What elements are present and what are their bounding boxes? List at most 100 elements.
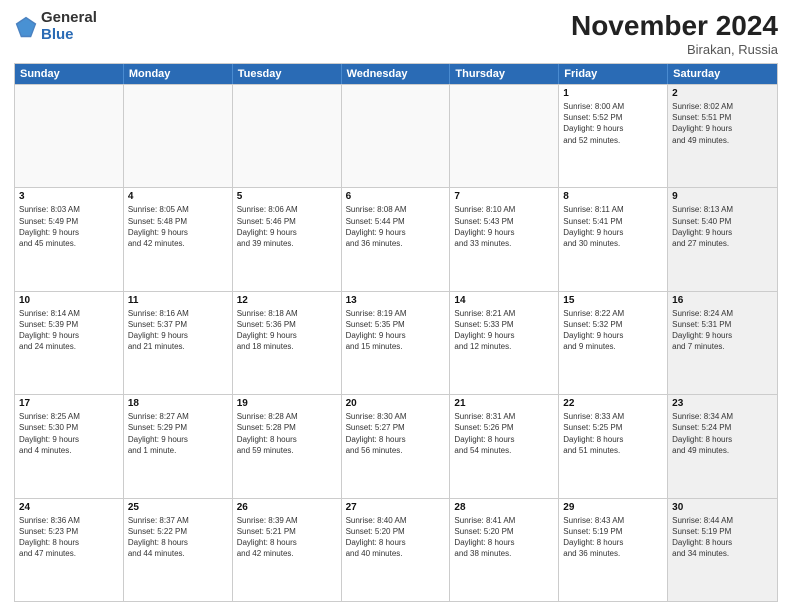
- day-info: Sunrise: 8:25 AM Sunset: 5:30 PM Dayligh…: [19, 411, 119, 456]
- calendar-cell: 13 Sunrise: 8:19 AM Sunset: 5:35 PM Dayli…: [342, 292, 451, 394]
- day-number: 20: [346, 398, 446, 409]
- day-info: Sunrise: 8:19 AM Sunset: 5:35 PM Dayligh…: [346, 308, 446, 353]
- calendar-row-1: 1 Sunrise: 8:00 AM Sunset: 5:52 PM Daylig…: [15, 84, 777, 187]
- header-day-thursday: Thursday: [450, 64, 559, 84]
- calendar-cell: [342, 85, 451, 187]
- calendar-row-5: 24 Sunrise: 8:36 AM Sunset: 5:23 PM Dayli…: [15, 498, 777, 601]
- calendar-cell: 8 Sunrise: 8:11 AM Sunset: 5:41 PM Daylig…: [559, 188, 668, 290]
- header-day-wednesday: Wednesday: [342, 64, 451, 84]
- day-number: 15: [563, 295, 663, 306]
- logo-blue-label: Blue: [41, 27, 97, 44]
- day-info: Sunrise: 8:40 AM Sunset: 5:20 PM Dayligh…: [346, 515, 446, 560]
- day-info: Sunrise: 8:18 AM Sunset: 5:36 PM Dayligh…: [237, 308, 337, 353]
- day-number: 6: [346, 191, 446, 202]
- logo-general-label: General: [41, 10, 97, 27]
- calendar-cell: 5 Sunrise: 8:06 AM Sunset: 5:46 PM Daylig…: [233, 188, 342, 290]
- logo: General Blue: [14, 10, 97, 43]
- location-label: Birakan, Russia: [571, 42, 778, 57]
- calendar-cell: 11 Sunrise: 8:16 AM Sunset: 5:37 PM Dayli…: [124, 292, 233, 394]
- day-info: Sunrise: 8:05 AM Sunset: 5:48 PM Dayligh…: [128, 204, 228, 249]
- header: General Blue November 2024 Birakan, Russ…: [14, 10, 778, 57]
- day-number: 5: [237, 191, 337, 202]
- calendar-cell: 24 Sunrise: 8:36 AM Sunset: 5:23 PM Dayli…: [15, 499, 124, 601]
- calendar-cell: 1 Sunrise: 8:00 AM Sunset: 5:52 PM Daylig…: [559, 85, 668, 187]
- day-number: 4: [128, 191, 228, 202]
- calendar-cell: 29Sunrise: 8:43 AM Sunset: 5:19 PM Dayli…: [559, 499, 668, 601]
- header-day-monday: Monday: [124, 64, 233, 84]
- day-number: 19: [237, 398, 337, 409]
- day-info: Sunrise: 8:30 AM Sunset: 5:27 PM Dayligh…: [346, 411, 446, 456]
- day-number: 25: [128, 502, 228, 513]
- day-number: 9: [672, 191, 773, 202]
- calendar-cell: [124, 85, 233, 187]
- calendar-cell: 25Sunrise: 8:37 AM Sunset: 5:22 PM Dayli…: [124, 499, 233, 601]
- day-number: 1: [563, 88, 663, 99]
- calendar-body: 1 Sunrise: 8:00 AM Sunset: 5:52 PM Daylig…: [15, 84, 777, 601]
- day-info: Sunrise: 8:10 AM Sunset: 5:43 PM Dayligh…: [454, 204, 554, 249]
- calendar-row-2: 3 Sunrise: 8:03 AM Sunset: 5:49 PM Daylig…: [15, 187, 777, 290]
- logo-icon: [14, 15, 38, 39]
- day-info: Sunrise: 8:31 AM Sunset: 5:26 PM Dayligh…: [454, 411, 554, 456]
- day-info: Sunrise: 8:08 AM Sunset: 5:44 PM Dayligh…: [346, 204, 446, 249]
- day-info: Sunrise: 8:02 AM Sunset: 5:51 PM Dayligh…: [672, 101, 773, 146]
- calendar: SundayMondayTuesdayWednesdayThursdayFrid…: [14, 63, 778, 602]
- day-info: Sunrise: 8:33 AM Sunset: 5:25 PM Dayligh…: [563, 411, 663, 456]
- day-info: Sunrise: 8:27 AM Sunset: 5:29 PM Dayligh…: [128, 411, 228, 456]
- day-number: 13: [346, 295, 446, 306]
- day-number: 10: [19, 295, 119, 306]
- page: General Blue November 2024 Birakan, Russ…: [0, 0, 792, 612]
- day-number: 30: [672, 502, 773, 513]
- calendar-cell: 21 Sunrise: 8:31 AM Sunset: 5:26 PM Dayli…: [450, 395, 559, 497]
- day-info: Sunrise: 8:00 AM Sunset: 5:52 PM Dayligh…: [563, 101, 663, 146]
- day-number: 24: [19, 502, 119, 513]
- calendar-cell: 15 Sunrise: 8:22 AM Sunset: 5:32 PM Dayli…: [559, 292, 668, 394]
- day-info: Sunrise: 8:11 AM Sunset: 5:41 PM Dayligh…: [563, 204, 663, 249]
- day-number: 8: [563, 191, 663, 202]
- day-info: Sunrise: 8:13 AM Sunset: 5:40 PM Dayligh…: [672, 204, 773, 249]
- header-day-friday: Friday: [559, 64, 668, 84]
- day-info: Sunrise: 8:36 AM Sunset: 5:23 PM Dayligh…: [19, 515, 119, 560]
- calendar-cell: 27 Sunrise: 8:40 AM Sunset: 5:20 PM Dayli…: [342, 499, 451, 601]
- day-info: Sunrise: 8:34 AM Sunset: 5:24 PM Dayligh…: [672, 411, 773, 456]
- calendar-cell: 7 Sunrise: 8:10 AM Sunset: 5:43 PM Daylig…: [450, 188, 559, 290]
- day-number: 3: [19, 191, 119, 202]
- day-number: 22: [563, 398, 663, 409]
- day-number: 21: [454, 398, 554, 409]
- month-title: November 2024: [571, 10, 778, 42]
- day-number: 12: [237, 295, 337, 306]
- calendar-cell: [233, 85, 342, 187]
- day-info: Sunrise: 8:14 AM Sunset: 5:39 PM Dayligh…: [19, 308, 119, 353]
- calendar-cell: 30Sunrise: 8:44 AM Sunset: 5:19 PM Dayli…: [668, 499, 777, 601]
- day-number: 27: [346, 502, 446, 513]
- day-number: 11: [128, 295, 228, 306]
- calendar-cell: 12 Sunrise: 8:18 AM Sunset: 5:36 PM Dayli…: [233, 292, 342, 394]
- header-day-saturday: Saturday: [668, 64, 777, 84]
- calendar-cell: 9 Sunrise: 8:13 AM Sunset: 5:40 PM Daylig…: [668, 188, 777, 290]
- title-block: November 2024 Birakan, Russia: [571, 10, 778, 57]
- day-number: 28: [454, 502, 554, 513]
- logo-text: General Blue: [41, 10, 97, 43]
- day-info: Sunrise: 8:03 AM Sunset: 5:49 PM Dayligh…: [19, 204, 119, 249]
- day-info: Sunrise: 8:21 AM Sunset: 5:33 PM Dayligh…: [454, 308, 554, 353]
- calendar-cell: 28Sunrise: 8:41 AM Sunset: 5:20 PM Dayli…: [450, 499, 559, 601]
- day-info: Sunrise: 8:39 AM Sunset: 5:21 PM Dayligh…: [237, 515, 337, 560]
- calendar-row-3: 10 Sunrise: 8:14 AM Sunset: 5:39 PM Dayli…: [15, 291, 777, 394]
- calendar-cell: 23Sunrise: 8:34 AM Sunset: 5:24 PM Dayli…: [668, 395, 777, 497]
- day-info: Sunrise: 8:16 AM Sunset: 5:37 PM Dayligh…: [128, 308, 228, 353]
- day-info: Sunrise: 8:24 AM Sunset: 5:31 PM Dayligh…: [672, 308, 773, 353]
- header-day-tuesday: Tuesday: [233, 64, 342, 84]
- calendar-row-4: 17 Sunrise: 8:25 AM Sunset: 5:30 PM Dayli…: [15, 394, 777, 497]
- day-info: Sunrise: 8:22 AM Sunset: 5:32 PM Dayligh…: [563, 308, 663, 353]
- day-number: 7: [454, 191, 554, 202]
- day-number: 16: [672, 295, 773, 306]
- calendar-cell: 6 Sunrise: 8:08 AM Sunset: 5:44 PM Daylig…: [342, 188, 451, 290]
- day-number: 14: [454, 295, 554, 306]
- calendar-cell: 2Sunrise: 8:02 AM Sunset: 5:51 PM Daylig…: [668, 85, 777, 187]
- calendar-cell: 17 Sunrise: 8:25 AM Sunset: 5:30 PM Dayli…: [15, 395, 124, 497]
- calendar-cell: 4 Sunrise: 8:05 AM Sunset: 5:48 PM Daylig…: [124, 188, 233, 290]
- calendar-cell: 3 Sunrise: 8:03 AM Sunset: 5:49 PM Daylig…: [15, 188, 124, 290]
- calendar-cell: 10 Sunrise: 8:14 AM Sunset: 5:39 PM Dayli…: [15, 292, 124, 394]
- day-info: Sunrise: 8:06 AM Sunset: 5:46 PM Dayligh…: [237, 204, 337, 249]
- day-number: 17: [19, 398, 119, 409]
- calendar-cell: [15, 85, 124, 187]
